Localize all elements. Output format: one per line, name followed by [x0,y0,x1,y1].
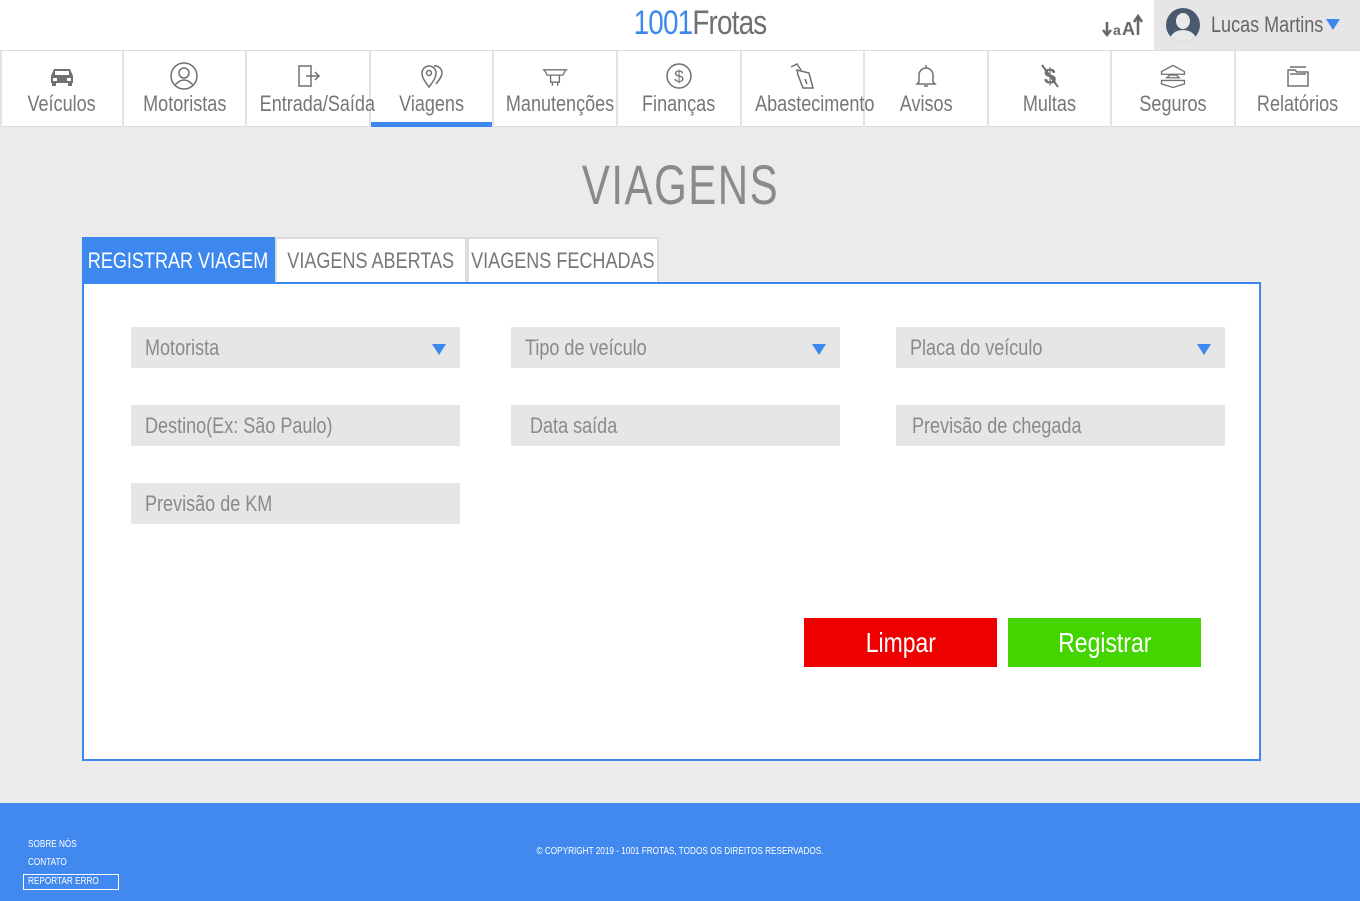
font-size-toggle-icon: a A [1102,13,1144,39]
nav-item-viagens[interactable]: Viagens [370,51,495,127]
page-title: VIAGENS [581,153,779,216]
svg-text:a: a [1113,22,1121,38]
nav-item-multas[interactable]: $ Multas [989,51,1113,127]
copyright-text: © COPYRIGHT 2019 - 1001 FROTAS, TODOS OS… [536,846,824,857]
insurance-icon [1158,61,1188,91]
fuel-pump-icon [787,61,817,91]
nav-label-abastecimento: Abastecimento [754,91,874,116]
trip-tabs: REGISTRAR VIAGEM VIAGENS ABERTAS VIAGENS… [82,237,659,283]
nav-label-motoristas: Motoristas [142,91,226,116]
brand-number: 1001 [633,4,694,42]
driver-icon [169,61,199,91]
nav-item-motoristas[interactable]: Motoristas [124,51,248,127]
chevron-down-icon [1326,19,1340,30]
dollar-icon: $ [664,61,694,91]
nav-label-avisos: Avisos [899,91,953,116]
nav-label-relatorios: Relatórios [1257,91,1339,116]
nav-label-entrada-saida: Entrada/Saída [259,91,376,116]
nav-item-financas[interactable]: $ Finanças [618,51,742,127]
nav-item-avisos[interactable]: Avisos [865,51,989,127]
tipo-veiculo-select[interactable]: Tipo de veículo [511,327,840,368]
user-menu[interactable]: Lucas Martins [1154,0,1360,50]
brand-name: Frotas [692,4,767,42]
main-nav: Veículos Motoristas Entrada/Saída Viagen… [0,50,1360,127]
data-saida-input[interactable]: Data saída [511,405,840,446]
nav-label-seguros: Seguros [1139,91,1207,116]
map-pin-icon [417,61,447,91]
nav-item-manutencoes[interactable]: Manutenções [494,51,618,127]
register-trip-form: Motorista Tipo de veículo Placa do veícu… [82,282,1261,761]
nav-item-abastecimento[interactable]: Abastecimento [742,51,874,127]
chevron-down-icon [812,344,826,355]
tab-viagens-fechadas[interactable]: VIAGENS FECHADAS [467,237,659,283]
wrench-icon [540,61,570,91]
font-size-toggle-button[interactable]: a A [1100,10,1146,42]
destino-input[interactable]: Destino(Ex: São Paulo) [131,405,460,446]
bell-icon [911,61,941,91]
folder-icon [1283,61,1313,91]
avatar [1166,8,1200,42]
fine-icon: $ [1035,61,1065,91]
nav-label-veiculos: Veículos [27,91,96,116]
clear-button[interactable]: Limpar [804,618,997,667]
nav-item-entrada-saida[interactable]: Entrada/Saída [247,51,375,127]
svg-text:$: $ [674,67,684,86]
motorista-select[interactable]: Motorista [131,327,460,368]
nav-label-viagens: Viagens [399,91,465,116]
car-icon [47,61,77,91]
footer-links: SOBRE NÓS CONTATO REPORTAR ERRO [23,836,120,890]
page-footer: SOBRE NÓS CONTATO REPORTAR ERRO © COPYRI… [0,803,1360,901]
user-name: Lucas Martins [1211,12,1324,37]
nav-label-financas: Finanças [642,91,716,116]
top-header: 1001Frotas a A Lucas Martins [0,0,1360,50]
svg-text:A: A [1122,19,1135,39]
nav-item-veiculos[interactable]: Veículos [0,51,124,127]
placa-veiculo-select[interactable]: Placa do veículo [896,327,1225,368]
chevron-down-icon [432,344,446,355]
nav-item-relatorios[interactable]: Relatórios [1236,51,1360,127]
nav-item-seguros[interactable]: Seguros [1112,51,1236,127]
nav-label-multas: Multas [1022,91,1077,116]
footer-link-reportar-erro[interactable]: REPORTAR ERRO [23,874,120,890]
previsao-chegada-input[interactable]: Previsão de chegada [896,405,1225,446]
tab-viagens-abertas[interactable]: VIAGENS ABERTAS [275,237,467,283]
register-button[interactable]: Registrar [1008,618,1201,667]
chevron-down-icon [1197,344,1211,355]
door-exit-icon [293,61,323,91]
previsao-km-input[interactable]: Previsão de KM [131,483,460,524]
nav-label-manutencoes: Manutenções [506,91,615,116]
tab-registrar-viagem[interactable]: REGISTRAR VIAGEM [82,237,275,283]
